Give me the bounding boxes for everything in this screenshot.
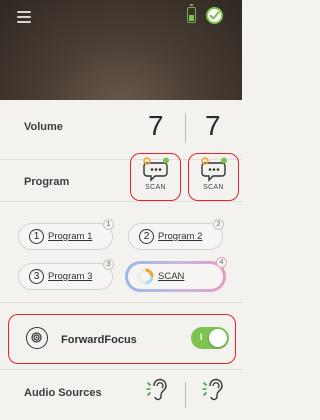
app-header: [0, 0, 242, 100]
left-ear-audio-icon[interactable]: [146, 376, 168, 402]
program-number-icon: 2: [139, 229, 154, 244]
forward-focus-row: ForwardFocus I: [0, 302, 242, 370]
program-number-icon: 3: [29, 269, 44, 284]
forward-focus-toggle[interactable]: I: [191, 327, 229, 349]
program-badge: 3: [103, 259, 114, 270]
volume-right-value[interactable]: 7: [205, 110, 221, 142]
program-label: Program 3: [48, 271, 93, 282]
program-label: Program 1: [48, 231, 93, 242]
battery-fill: [189, 15, 194, 21]
menu-icon[interactable]: [17, 11, 31, 23]
program-label: Program 2: [158, 231, 203, 242]
right-scan-label: SCAN: [203, 184, 224, 191]
program-row: Program SCAN SCAN: [0, 153, 242, 202]
left-scan-label: SCAN: [145, 184, 166, 191]
scan-ring-icon: [137, 268, 154, 285]
program-badge: 4: [216, 257, 227, 268]
forward-focus-icon: [26, 327, 48, 349]
volume-row: Volume 7 7: [0, 100, 242, 160]
program-number-icon: 1: [29, 229, 44, 244]
audio-sources-label: Audio Sources: [24, 387, 102, 399]
program-badge: 2: [213, 219, 224, 230]
program-label: SCAN: [158, 271, 185, 282]
speech-bubble-scan-icon: [201, 157, 227, 182]
left-program-scan-button[interactable]: SCAN: [130, 153, 181, 201]
connection-status-icon[interactable]: [206, 7, 223, 24]
audio-sources-row: Audio Sources: [0, 370, 242, 420]
toggle-knob: [209, 329, 227, 347]
program-3-button[interactable]: 3 Program 3 3: [18, 259, 114, 290]
toggle-on-indicator: I: [200, 332, 203, 342]
program-badge: 1: [103, 219, 114, 230]
volume-left-value[interactable]: 7: [148, 110, 164, 142]
program-buttons-panel: 1 Program 1 1 2 Program 2 2 3 Program 3 …: [0, 202, 242, 302]
forward-focus-highlight: ForwardFocus I: [8, 314, 236, 364]
audio-divider: [185, 382, 186, 408]
program-2-button[interactable]: 2 Program 2 2: [128, 219, 224, 250]
program-1-button[interactable]: 1 Program 1 1: [18, 219, 114, 250]
right-ear-audio-icon[interactable]: [202, 376, 224, 402]
program-label: Program: [24, 176, 70, 188]
volume-label: Volume: [24, 121, 63, 133]
scan-program-button[interactable]: SCAN 4: [125, 257, 227, 292]
battery-icon: [187, 4, 196, 23]
forward-focus-label: ForwardFocus: [61, 334, 137, 346]
right-program-scan-button[interactable]: SCAN: [188, 153, 239, 201]
volume-divider: [185, 113, 186, 143]
speech-bubble-scan-icon: [143, 157, 169, 182]
